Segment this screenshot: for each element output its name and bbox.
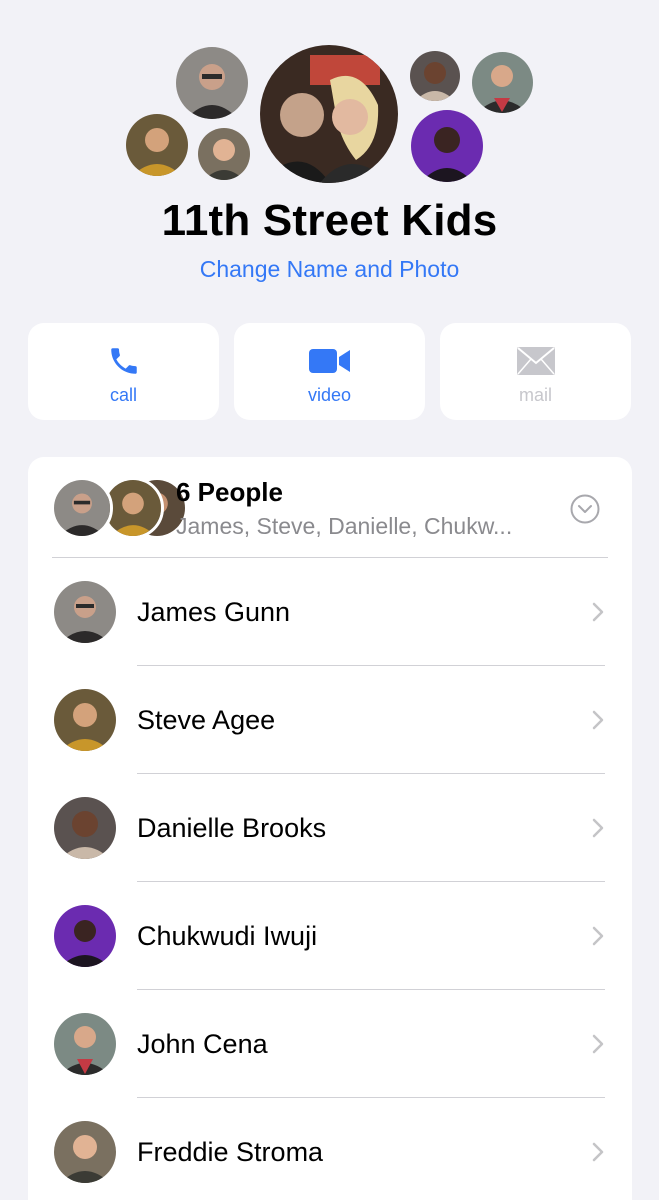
avatar-john	[472, 52, 533, 113]
phone-icon	[107, 343, 141, 379]
change-name-photo-link[interactable]: Change Name and Photo	[0, 256, 659, 283]
member-row-chukwudi-iwuji[interactable]: Chukwudi Iwuji	[28, 882, 632, 990]
avatar-james	[176, 47, 248, 119]
chevron-down-circle-icon[interactable]	[570, 494, 600, 529]
member-name: Freddie Stroma	[137, 1137, 324, 1167]
member-name: John Cena	[137, 1029, 268, 1059]
avatar	[54, 581, 116, 643]
chevron-right-icon	[591, 1033, 605, 1060]
chevron-right-icon	[591, 925, 605, 952]
member-name: James Gunn	[137, 597, 291, 627]
member-row-james-gunn[interactable]: James Gunn	[28, 558, 632, 666]
call-button[interactable]: call	[28, 323, 219, 420]
avatar	[54, 1013, 116, 1075]
members-card: 6 People James, Steve, Danielle, Chukw..…	[28, 457, 632, 1200]
group-contact-screen: 11th Street Kids Change Name and Photo c…	[0, 0, 659, 1200]
envelope-icon	[516, 343, 555, 379]
avatar	[54, 797, 116, 859]
member-name: Steve Agee	[137, 705, 276, 735]
video-button[interactable]: video	[234, 323, 425, 420]
member-name: Danielle Brooks	[137, 813, 327, 843]
call-label: call	[109, 385, 137, 405]
avatar	[54, 1121, 116, 1183]
avatar-freddie	[198, 128, 250, 180]
group-photo	[260, 45, 398, 183]
member-row-john-cena[interactable]: John Cena	[28, 990, 632, 1098]
avatar	[54, 905, 116, 967]
chevron-right-icon	[591, 601, 605, 628]
chevron-right-icon	[591, 1141, 605, 1168]
stack-avatar-1	[51, 477, 113, 539]
chevron-right-icon	[591, 817, 605, 844]
group-title: 11th Street Kids	[161, 196, 498, 245]
member-row-steve-agee[interactable]: Steve Agee	[28, 666, 632, 774]
avatar-danielle	[410, 51, 460, 101]
avatar-chukwudi	[411, 110, 483, 182]
avatar-steve	[126, 114, 188, 176]
people-count: 6 People	[176, 477, 283, 507]
video-label: video	[307, 385, 352, 405]
member-name: Chukwudi Iwuji	[137, 921, 318, 951]
member-row-freddie-stroma[interactable]: Freddie Stroma	[28, 1098, 632, 1200]
mail-button[interactable]: mail	[440, 323, 631, 420]
avatar	[54, 689, 116, 751]
video-camera-icon	[308, 343, 351, 379]
people-names-preview: James, Steve, Danielle, Chukw...	[176, 513, 513, 539]
people-summary-row[interactable]: 6 People James, Steve, Danielle, Chukw..…	[28, 457, 632, 558]
member-row-danielle-brooks[interactable]: Danielle Brooks	[28, 774, 632, 882]
mail-label: mail	[518, 385, 552, 405]
chevron-right-icon	[591, 709, 605, 736]
